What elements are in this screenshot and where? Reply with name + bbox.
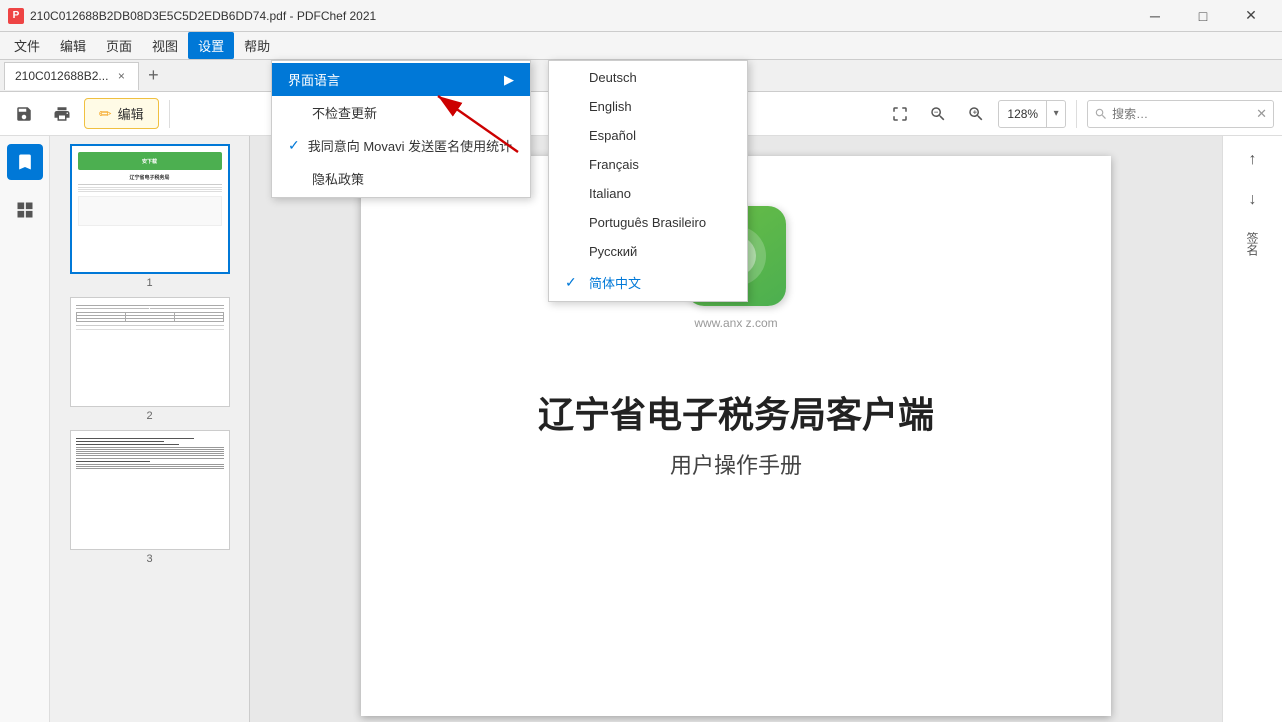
pdf-subtitle: 用户操作手册 <box>670 448 802 480</box>
menu-edit[interactable]: 编辑 <box>50 32 96 59</box>
print-button[interactable] <box>46 98 78 130</box>
sidebar <box>0 136 50 722</box>
menu-settings[interactable]: 设置 <box>188 32 234 59</box>
lang-item-zh[interactable]: ✓ 简体中文 <box>549 266 747 299</box>
thumb-image-2 <box>70 297 230 407</box>
lang-item-it[interactable]: Italiano <box>549 179 747 208</box>
scroll-up-button[interactable]: ↑ <box>1237 144 1269 176</box>
settings-analytics-item[interactable]: ✓ 我同意向 Movavi 发送匿名使用统计 <box>272 129 530 162</box>
tab-label: 210C012688B2... <box>15 69 108 83</box>
pdf-main-title: 辽宁省电子税务局客户端 <box>538 386 934 438</box>
lang-item-ru[interactable]: Русский <box>549 237 747 266</box>
settings-noupdate-label: 不检查更新 <box>312 103 377 122</box>
analytics-check-icon: ✓ <box>288 137 300 154</box>
tab-main[interactable]: 210C012688B2... × <box>4 62 139 90</box>
lang-es-label: Español <box>589 128 636 143</box>
right-panel: ↑ ↓ 签名 <box>1222 136 1282 722</box>
zoom-out-button[interactable] <box>922 98 954 130</box>
settings-privacy-item[interactable]: 隐私政策 <box>272 162 530 195</box>
thumb-label-1: 1 <box>146 277 152 289</box>
zoom-value[interactable]: 128% <box>999 101 1047 127</box>
toolbar-separator-2 <box>1076 100 1077 128</box>
edit-icon: ✏ <box>99 105 112 123</box>
thumb-label-2: 2 <box>146 410 152 422</box>
edit-button[interactable]: ✏ 编辑 <box>84 98 159 129</box>
thumbnail-panel: 安下载 辽宁省电子税务局 1 <box>50 136 250 722</box>
maximize-button[interactable]: □ <box>1180 0 1226 32</box>
tab-add-button[interactable]: + <box>139 62 167 90</box>
title-bar-left: P 210C012688B2DB08D3E5C5D2EDB6DD74.pdf -… <box>8 8 376 24</box>
zoom-in-button[interactable] <box>960 98 992 130</box>
thumb-label-3: 3 <box>146 553 152 565</box>
zoom-control[interactable]: 128% ▾ <box>998 100 1066 128</box>
lang-it-label: Italiano <box>589 186 631 201</box>
search-clear-button[interactable]: ✕ <box>1256 106 1267 122</box>
lang-item-en[interactable]: English <box>549 92 747 121</box>
settings-language-item[interactable]: 界面语言 ▶ <box>272 63 530 96</box>
search-box: ✕ <box>1087 100 1274 128</box>
lang-ru-label: Русский <box>589 244 637 259</box>
settings-analytics-label: 我同意向 Movavi 发送匿名使用统计 <box>308 136 512 155</box>
fit-page-button[interactable] <box>884 98 916 130</box>
menu-help[interactable]: 帮助 <box>234 32 280 59</box>
app-icon: P <box>8 8 24 24</box>
settings-language-label: 界面语言 <box>288 70 340 89</box>
menu-view[interactable]: 视图 <box>142 32 188 59</box>
thumbnail-1[interactable]: 安下载 辽宁省电子税务局 1 <box>58 144 241 289</box>
scroll-down-button[interactable]: ↓ <box>1237 184 1269 216</box>
lang-fr-label: Français <box>589 157 639 172</box>
lang-item-pt[interactable]: Português Brasileiro <box>549 208 747 237</box>
toolbar-separator-1 <box>169 100 170 128</box>
submenu-arrow: ▶ <box>504 72 514 88</box>
settings-menu: 界面语言 ▶ 不检查更新 ✓ 我同意向 Movavi 发送匿名使用统计 隐私政策 <box>271 60 531 198</box>
thumbnail-2[interactable]: 2 <box>58 297 241 422</box>
sidebar-icon-bookmark[interactable] <box>7 144 43 180</box>
minimize-button[interactable]: ─ <box>1132 0 1178 32</box>
lang-zh-check-icon: ✓ <box>565 274 581 291</box>
settings-privacy-label: 隐私政策 <box>312 169 364 188</box>
site-url: www.anx z.com <box>694 316 777 330</box>
language-submenu: Deutsch English Español Français Italian… <box>548 60 748 302</box>
menu-file[interactable]: 文件 <box>4 32 50 59</box>
lang-item-de[interactable]: Deutsch <box>549 63 747 92</box>
title-bar: P 210C012688B2DB08D3E5C5D2EDB6DD74.pdf -… <box>0 0 1282 32</box>
thumbnail-3[interactable]: 3 <box>58 430 241 565</box>
save-button[interactable] <box>8 98 40 130</box>
search-input[interactable] <box>1112 107 1252 121</box>
search-icon <box>1094 107 1108 121</box>
window-controls: ─ □ ✕ <box>1132 0 1274 32</box>
lang-zh-label: 简体中文 <box>589 273 641 292</box>
menu-bar: 文件 编辑 页面 视图 设置 帮助 <box>0 32 1282 60</box>
edit-label: 编辑 <box>118 104 144 123</box>
close-button[interactable]: ✕ <box>1228 0 1274 32</box>
lang-item-es[interactable]: Español <box>549 121 747 150</box>
thumb-image-1: 安下载 辽宁省电子税务局 <box>70 144 230 274</box>
window-title: 210C012688B2DB08D3E5C5D2EDB6DD74.pdf - P… <box>30 9 376 23</box>
lang-en-label: English <box>589 99 632 114</box>
lang-de-label: Deutsch <box>589 70 637 85</box>
lang-pt-label: Português Brasileiro <box>589 215 706 230</box>
zoom-dropdown-arrow[interactable]: ▾ <box>1047 100 1065 128</box>
lang-item-fr[interactable]: Français <box>549 150 747 179</box>
thumb-image-3 <box>70 430 230 550</box>
right-toolbar: 128% ▾ ✕ <box>884 98 1274 130</box>
sidebar-icon-grid[interactable] <box>7 192 43 228</box>
menu-page[interactable]: 页面 <box>96 32 142 59</box>
tab-close-button[interactable]: × <box>114 69 128 83</box>
settings-noupdate-item[interactable]: 不检查更新 <box>272 96 530 129</box>
sign-label[interactable]: 签名 <box>1244 232 1261 256</box>
